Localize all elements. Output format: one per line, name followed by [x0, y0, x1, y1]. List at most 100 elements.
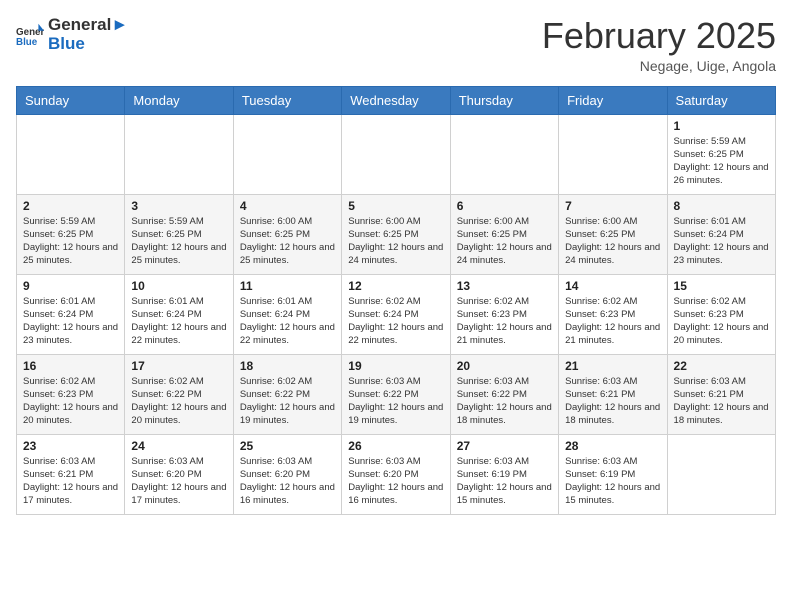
calendar-cell-w4-d3: 19 Sunrise: 6:03 AM Sunset: 6:22 PM Dayli…	[342, 354, 450, 434]
calendar-cell-w3-d6: 15 Sunrise: 6:02 AM Sunset: 6:23 PM Dayli…	[667, 274, 775, 354]
calendar-cell-w4-d5: 21 Sunrise: 6:03 AM Sunset: 6:21 PM Dayli…	[559, 354, 667, 434]
day-info: Sunrise: 6:02 AM Sunset: 6:23 PM Dayligh…	[457, 295, 552, 348]
calendar-cell-w2-d5: 7 Sunrise: 6:00 AM Sunset: 6:25 PM Daylig…	[559, 194, 667, 274]
day-number: 10	[131, 279, 226, 293]
day-info: Sunrise: 6:03 AM Sunset: 6:21 PM Dayligh…	[674, 375, 769, 428]
day-info: Sunrise: 6:00 AM Sunset: 6:25 PM Dayligh…	[240, 215, 335, 268]
calendar-cell-w3-d1: 10 Sunrise: 6:01 AM Sunset: 6:24 PM Dayli…	[125, 274, 233, 354]
week-row-5: 23Sunrise: 6:03 AM Sunset: 6:21 PM Dayli…	[17, 434, 776, 514]
day-info: Sunrise: 6:01 AM Sunset: 6:24 PM Dayligh…	[23, 295, 118, 348]
day-number: 24	[131, 439, 226, 453]
calendar-cell-w4-d2: 18 Sunrise: 6:02 AM Sunset: 6:22 PM Dayli…	[233, 354, 341, 434]
calendar-cell-w2-d6: 8 Sunrise: 6:01 AM Sunset: 6:24 PM Daylig…	[667, 194, 775, 274]
day-info: Sunrise: 6:02 AM Sunset: 6:23 PM Dayligh…	[565, 295, 660, 348]
calendar-cell-w2-d3: 5 Sunrise: 6:00 AM Sunset: 6:25 PM Daylig…	[342, 194, 450, 274]
calendar-cell-w1-d0	[17, 114, 125, 194]
day-number: 13	[457, 279, 552, 293]
calendar-title: February 2025	[542, 16, 776, 56]
calendar-cell-w2-d1: 3 Sunrise: 5:59 AM Sunset: 6:25 PM Daylig…	[125, 194, 233, 274]
day-info: Sunrise: 6:03 AM Sunset: 6:20 PM Dayligh…	[131, 455, 226, 508]
svg-text:Blue: Blue	[16, 36, 38, 47]
day-info: Sunrise: 6:02 AM Sunset: 6:23 PM Dayligh…	[674, 295, 769, 348]
day-number: 23	[23, 439, 118, 453]
col-friday: Friday	[559, 86, 667, 114]
day-number: 15	[674, 279, 769, 293]
calendar-cell-w4-d6: 22 Sunrise: 6:03 AM Sunset: 6:21 PM Dayli…	[667, 354, 775, 434]
day-info: Sunrise: 6:00 AM Sunset: 6:25 PM Dayligh…	[348, 215, 443, 268]
day-info: Sunrise: 6:02 AM Sunset: 6:24 PM Dayligh…	[348, 295, 443, 348]
day-info: Sunrise: 6:02 AM Sunset: 6:23 PM Dayligh…	[23, 375, 118, 428]
week-row-1: 1 Sunrise: 5:59 AM Sunset: 6:25 PM Daylig…	[17, 114, 776, 194]
calendar-subtitle: Negage, Uige, Angola	[542, 58, 776, 74]
calendar-cell-w3-d2: 11 Sunrise: 6:01 AM Sunset: 6:24 PM Dayli…	[233, 274, 341, 354]
calendar-cell-w3-d0: 9 Sunrise: 6:01 AM Sunset: 6:24 PM Daylig…	[17, 274, 125, 354]
calendar-cell-w1-d6: 1 Sunrise: 5:59 AM Sunset: 6:25 PM Daylig…	[667, 114, 775, 194]
day-info: Sunrise: 6:02 AM Sunset: 6:22 PM Dayligh…	[240, 375, 335, 428]
day-number: 26	[348, 439, 443, 453]
logo-general-text: General►	[48, 16, 128, 35]
calendar-cell-w1-d1	[125, 114, 233, 194]
col-wednesday: Wednesday	[342, 86, 450, 114]
calendar-cell-w5-d2: 25 Sunrise: 6:03 AM Sunset: 6:20 PM Dayli…	[233, 434, 341, 514]
col-monday: Monday	[125, 86, 233, 114]
day-info: Sunrise: 5:59 AM Sunset: 6:25 PM Dayligh…	[131, 215, 226, 268]
calendar-header-row: Sunday Monday Tuesday Wednesday Thursday…	[17, 86, 776, 114]
day-number: 5	[348, 199, 443, 213]
calendar-cell-w3-d3: 12 Sunrise: 6:02 AM Sunset: 6:24 PM Dayli…	[342, 274, 450, 354]
day-info: Sunrise: 6:03 AM Sunset: 6:19 PM Dayligh…	[457, 455, 552, 508]
col-tuesday: Tuesday	[233, 86, 341, 114]
day-number: 22	[674, 359, 769, 373]
day-number: 21	[565, 359, 660, 373]
day-number: 3	[131, 199, 226, 213]
day-info: Sunrise: 5:59 AM Sunset: 6:25 PM Dayligh…	[674, 135, 769, 188]
calendar-cell-w5-d3: 26 Sunrise: 6:03 AM Sunset: 6:20 PM Dayli…	[342, 434, 450, 514]
day-number: 7	[565, 199, 660, 213]
day-info: Sunrise: 6:00 AM Sunset: 6:25 PM Dayligh…	[565, 215, 660, 268]
day-number: 6	[457, 199, 552, 213]
calendar-cell-w2-d0: 2Sunrise: 5:59 AM Sunset: 6:25 PM Daylig…	[17, 194, 125, 274]
col-sunday: Sunday	[17, 86, 125, 114]
calendar-cell-w1-d3	[342, 114, 450, 194]
calendar-cell-w3-d4: 13 Sunrise: 6:02 AM Sunset: 6:23 PM Dayli…	[450, 274, 558, 354]
day-info: Sunrise: 6:02 AM Sunset: 6:22 PM Dayligh…	[131, 375, 226, 428]
day-info: Sunrise: 6:03 AM Sunset: 6:22 PM Dayligh…	[457, 375, 552, 428]
calendar-cell-w5-d0: 23Sunrise: 6:03 AM Sunset: 6:21 PM Dayli…	[17, 434, 125, 514]
day-number: 25	[240, 439, 335, 453]
week-row-4: 16Sunrise: 6:02 AM Sunset: 6:23 PM Dayli…	[17, 354, 776, 434]
calendar-cell-w1-d4	[450, 114, 558, 194]
day-number: 4	[240, 199, 335, 213]
day-info: Sunrise: 6:01 AM Sunset: 6:24 PM Dayligh…	[240, 295, 335, 348]
col-thursday: Thursday	[450, 86, 558, 114]
day-number: 28	[565, 439, 660, 453]
day-info: Sunrise: 6:03 AM Sunset: 6:20 PM Dayligh…	[240, 455, 335, 508]
week-row-2: 2Sunrise: 5:59 AM Sunset: 6:25 PM Daylig…	[17, 194, 776, 274]
day-number: 27	[457, 439, 552, 453]
day-info: Sunrise: 6:03 AM Sunset: 6:21 PM Dayligh…	[565, 375, 660, 428]
day-number: 20	[457, 359, 552, 373]
calendar-cell-w1-d2	[233, 114, 341, 194]
day-number: 1	[674, 119, 769, 133]
day-info: Sunrise: 6:01 AM Sunset: 6:24 PM Dayligh…	[131, 295, 226, 348]
day-number: 8	[674, 199, 769, 213]
calendar-cell-w1-d5	[559, 114, 667, 194]
calendar-cell-w5-d4: 27 Sunrise: 6:03 AM Sunset: 6:19 PM Dayli…	[450, 434, 558, 514]
day-info: Sunrise: 6:00 AM Sunset: 6:25 PM Dayligh…	[457, 215, 552, 268]
calendar-cell-w5-d1: 24 Sunrise: 6:03 AM Sunset: 6:20 PM Dayli…	[125, 434, 233, 514]
day-number: 19	[348, 359, 443, 373]
day-number: 9	[23, 279, 118, 293]
day-info: Sunrise: 6:03 AM Sunset: 6:22 PM Dayligh…	[348, 375, 443, 428]
day-info: Sunrise: 6:03 AM Sunset: 6:19 PM Dayligh…	[565, 455, 660, 508]
day-number: 18	[240, 359, 335, 373]
calendar-table: Sunday Monday Tuesday Wednesday Thursday…	[16, 86, 776, 515]
logo-blue-text: Blue	[48, 35, 128, 54]
day-info: Sunrise: 5:59 AM Sunset: 6:25 PM Dayligh…	[23, 215, 118, 268]
day-info: Sunrise: 6:03 AM Sunset: 6:20 PM Dayligh…	[348, 455, 443, 508]
day-number: 12	[348, 279, 443, 293]
calendar-cell-w5-d6	[667, 434, 775, 514]
logo-icon: General Blue	[16, 21, 44, 49]
day-number: 17	[131, 359, 226, 373]
page-header: General Blue General► Blue February 2025…	[16, 16, 776, 74]
calendar-cell-w2-d2: 4 Sunrise: 6:00 AM Sunset: 6:25 PM Daylig…	[233, 194, 341, 274]
day-info: Sunrise: 6:01 AM Sunset: 6:24 PM Dayligh…	[674, 215, 769, 268]
day-number: 11	[240, 279, 335, 293]
